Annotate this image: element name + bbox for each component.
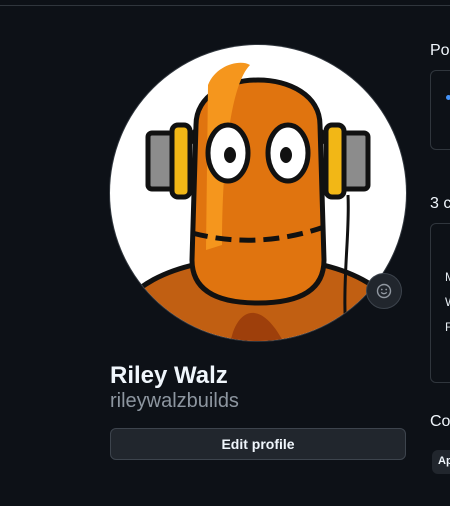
robot-headphones-avatar-icon xyxy=(110,62,406,341)
contrib-day-label: F xyxy=(445,320,450,334)
filter-pill[interactable]: Ap xyxy=(432,450,450,474)
avatar[interactable] xyxy=(110,45,406,341)
popular-repos-heading: Po xyxy=(430,42,450,59)
header-divider xyxy=(0,5,450,6)
profile-display-name: Riley Walz xyxy=(110,362,228,389)
set-status-button[interactable] xyxy=(366,273,402,309)
profile-username: rileywalzbuilds xyxy=(110,390,239,412)
edit-profile-button[interactable]: Edit profile xyxy=(110,428,406,460)
contrib-day-label: M xyxy=(445,270,450,284)
contributions-heading: 3 c xyxy=(430,195,450,212)
repo-icon xyxy=(446,95,450,100)
contrib-day-label: W xyxy=(445,295,450,309)
repo-card[interactable] xyxy=(430,70,450,150)
section-heading: Co xyxy=(430,413,450,430)
smiley-icon xyxy=(376,283,392,299)
